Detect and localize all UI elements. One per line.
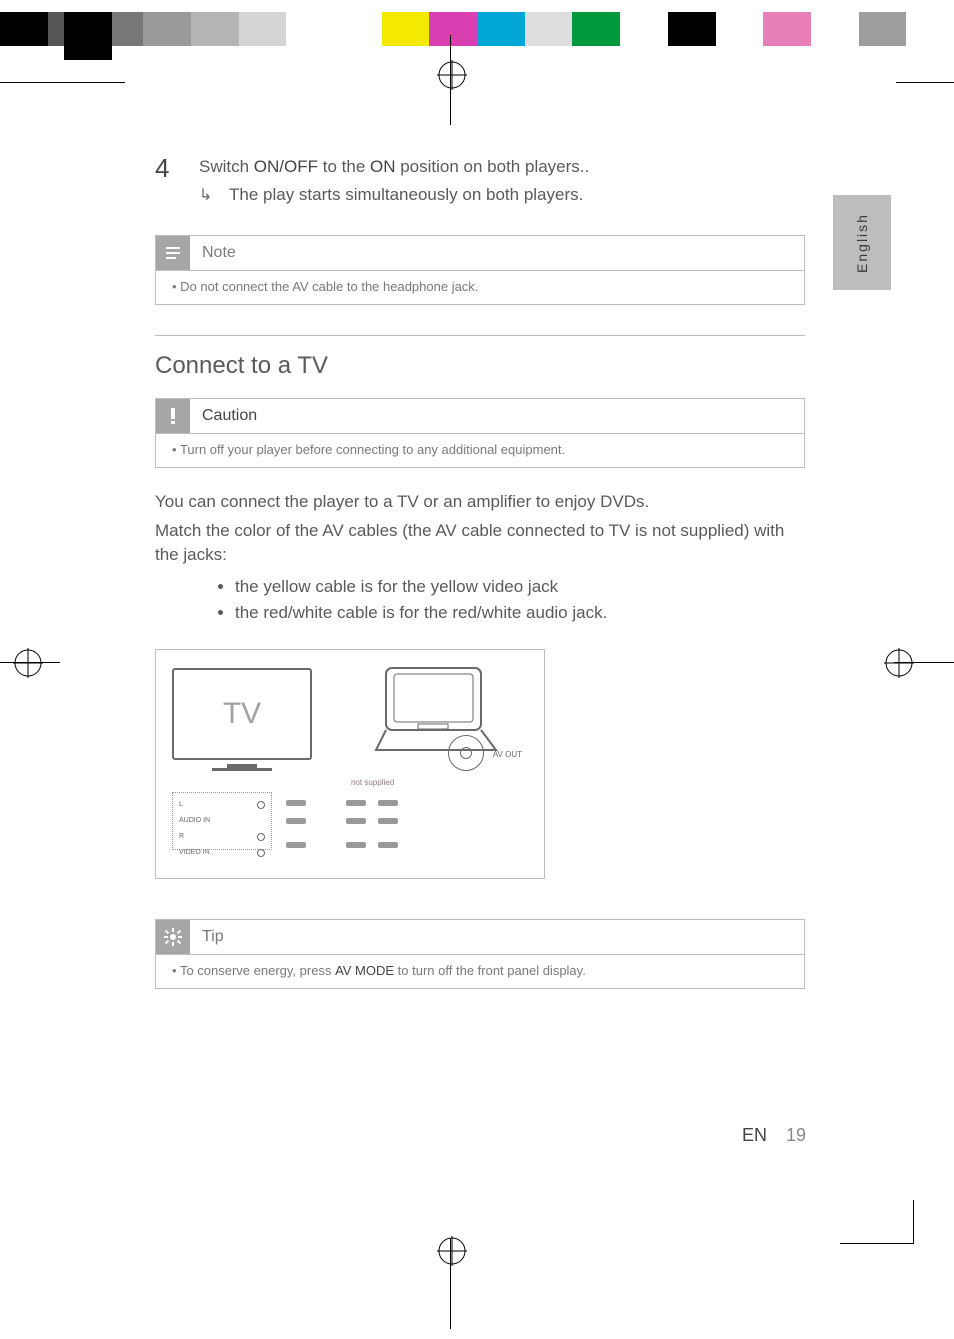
registration-mark-icon — [13, 648, 43, 678]
section-heading: Connect to a TV — [155, 352, 805, 380]
av-out-callout: AV OUT — [448, 735, 522, 771]
wiring-diagram: TV AV OUT not supplied L AUDIO IN R VIDE… — [155, 649, 545, 879]
note-body: Do not connect the AV cable to the headp… — [184, 279, 478, 294]
cable-plug-icon — [286, 842, 306, 848]
caution-callout: Caution Turn off your player before conn… — [155, 398, 805, 468]
footer-language: EN — [742, 1125, 767, 1145]
note-title: Note — [202, 244, 236, 262]
cable-plug-icon — [378, 800, 398, 806]
cable-plug-icon — [346, 818, 366, 824]
registration-mark-icon — [437, 60, 467, 90]
cable-plug-icon — [286, 800, 306, 806]
note-callout: Note Do not connect the AV cable to the … — [155, 235, 805, 305]
paragraph: You can connect the player to a TV or an… — [155, 490, 805, 515]
registration-mark-icon — [437, 1236, 467, 1266]
cable-plug-icon — [378, 818, 398, 824]
registration-mark-icon — [884, 648, 914, 678]
step-4: 4 Switch ON/OFF to the ON position on bo… — [155, 155, 805, 181]
cable-plug-icon — [346, 842, 366, 848]
tip-icon — [156, 920, 190, 954]
page-content: 4 Switch ON/OFF to the ON position on bo… — [155, 155, 805, 1019]
result-arrow-icon: ↳ — [199, 185, 229, 205]
caution-body: Turn off your player before connecting t… — [184, 442, 565, 457]
tip-body: To conserve energy, press AV MODE to tur… — [184, 963, 586, 978]
tip-callout: Tip To conserve energy, press AV MODE to… — [155, 919, 805, 989]
list-item: the red/white cable is for the red/white… — [235, 600, 805, 626]
cable-plug-icon — [346, 800, 366, 806]
language-tab-label: English — [854, 213, 870, 273]
cable-plug-icon — [286, 818, 306, 824]
tv-label: TV — [223, 697, 261, 731]
cropmark — [0, 82, 125, 83]
caution-title: Caution — [202, 407, 257, 425]
caution-icon — [156, 399, 190, 433]
footer-page-number: 19 — [786, 1125, 806, 1145]
paragraph: Match the color of the AV cables (the AV… — [155, 519, 805, 568]
language-tab: English — [833, 195, 891, 290]
tip-title: Tip — [202, 928, 224, 946]
not-supplied-label: not supplied — [351, 778, 394, 787]
page-footer: EN 19 — [0, 1125, 954, 1146]
result-text: The play starts simultaneously on both p… — [229, 185, 805, 205]
section-rule — [155, 335, 805, 336]
tv-illustration: TV — [172, 668, 312, 778]
print-color-bar — [0, 12, 954, 46]
step-4-result: ↳ The play starts simultaneously on both… — [199, 185, 805, 205]
list-item: the yellow cable is for the yellow video… — [235, 574, 805, 600]
tv-input-jacks: L AUDIO IN R VIDEO IN — [172, 792, 272, 850]
corner-crop — [840, 1200, 914, 1244]
step-text: Switch ON/OFF to the ON position on both… — [199, 155, 805, 181]
note-icon — [156, 236, 190, 270]
corner-black-tab — [64, 12, 112, 60]
av-out-jack-icon — [448, 735, 484, 771]
cable-bullet-list: the yellow cable is for the yellow video… — [235, 574, 805, 627]
cropmark — [896, 82, 954, 83]
step-number: 4 — [155, 155, 199, 181]
cable-plug-icon — [378, 842, 398, 848]
av-out-label: AV OUT — [493, 750, 522, 759]
